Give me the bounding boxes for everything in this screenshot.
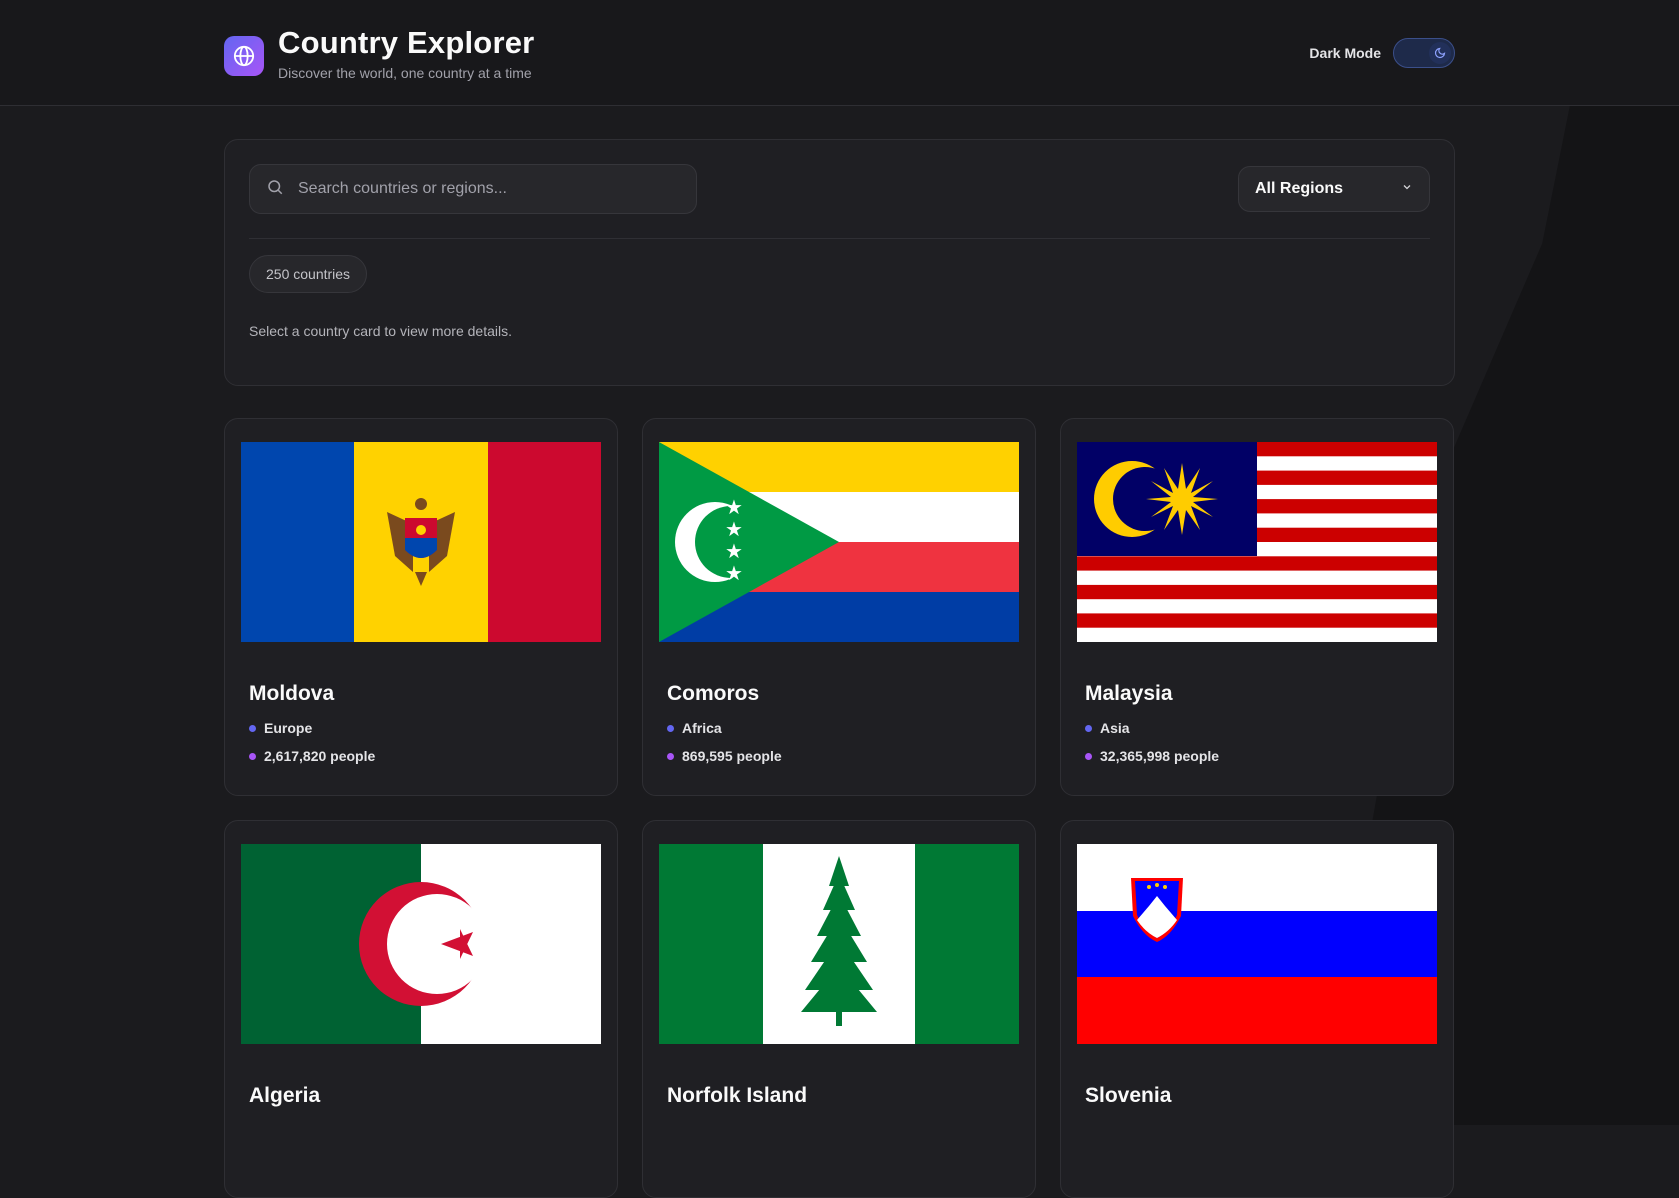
country-name: Slovenia — [1085, 1084, 1172, 1107]
page-title: Country Explorer — [278, 24, 535, 60]
country-grid: Moldova Europe 2,617,820 people ★ ★ ★ ★ … — [224, 418, 1455, 1198]
svg-text:★: ★ — [725, 539, 743, 563]
country-region: Europe — [249, 720, 593, 736]
country-region: Asia — [1085, 720, 1429, 736]
region-dot — [249, 724, 256, 732]
search-box — [249, 164, 697, 214]
svg-text:★: ★ — [725, 561, 743, 585]
moldova-flag — [241, 442, 601, 642]
country-card-algeria[interactable]: Algeria — [224, 820, 618, 1198]
population-dot — [249, 752, 256, 760]
population-dot — [667, 752, 674, 760]
search-icon — [266, 178, 284, 201]
region-select[interactable]: All Regions — [1238, 166, 1430, 212]
svg-text:★: ★ — [725, 495, 743, 519]
region-dot — [667, 724, 674, 732]
search-input[interactable] — [296, 179, 680, 199]
country-card-malaysia[interactable]: Malaysia Asia 32,365,998 people — [1060, 418, 1454, 796]
country-name: Norfolk Island — [667, 1084, 808, 1107]
country-name: Malaysia — [1085, 682, 1173, 705]
norfolk-island-flag — [659, 844, 1019, 1044]
hint-text: Select a country card to view more detai… — [249, 323, 513, 339]
country-population: 2,617,820 people — [249, 748, 593, 764]
globe-icon — [224, 35, 264, 76]
dark-mode-control: Dark Mode — [1309, 37, 1455, 68]
malaysia-flag — [1077, 442, 1437, 642]
country-count-badge: 250 countries — [249, 255, 368, 293]
country-population: 869,595 people — [667, 748, 1011, 764]
country-region: Africa — [667, 720, 1011, 736]
dark-mode-toggle[interactable] — [1393, 37, 1455, 68]
filter-panel: All Regions 250 countries Select a count… — [224, 139, 1455, 386]
chevron-down-icon — [1401, 180, 1413, 198]
country-name: Moldova — [249, 682, 335, 705]
app-header: Country Explorer Discover the world, one… — [0, 0, 1679, 106]
region-select-value: All Regions — [1255, 180, 1344, 197]
comoros-flag: ★ ★ ★ ★ — [659, 442, 1019, 642]
country-name: Algeria — [249, 1084, 321, 1107]
country-card-moldova[interactable]: Moldova Europe 2,617,820 people — [224, 418, 618, 796]
moon-icon — [1429, 41, 1451, 64]
page-subtitle: Discover the world, one country at a tim… — [278, 64, 532, 81]
country-card-slovenia[interactable]: Slovenia — [1060, 820, 1454, 1198]
slovenia-flag — [1077, 844, 1437, 1044]
country-population: 32,365,998 people — [1085, 748, 1429, 764]
svg-text:★: ★ — [725, 517, 743, 541]
country-card-comoros[interactable]: ★ ★ ★ ★ Comoros Africa 869,595 people — [642, 418, 1036, 796]
dark-mode-label: Dark Mode — [1309, 44, 1381, 61]
country-card-norfolk-island[interactable]: Norfolk Island — [642, 820, 1036, 1198]
divider — [249, 238, 1430, 239]
population-dot — [1085, 752, 1092, 760]
brand: Country Explorer Discover the world, one… — [224, 25, 534, 81]
algeria-flag — [241, 844, 601, 1044]
country-name: Comoros — [667, 682, 760, 705]
region-dot — [1085, 724, 1092, 732]
